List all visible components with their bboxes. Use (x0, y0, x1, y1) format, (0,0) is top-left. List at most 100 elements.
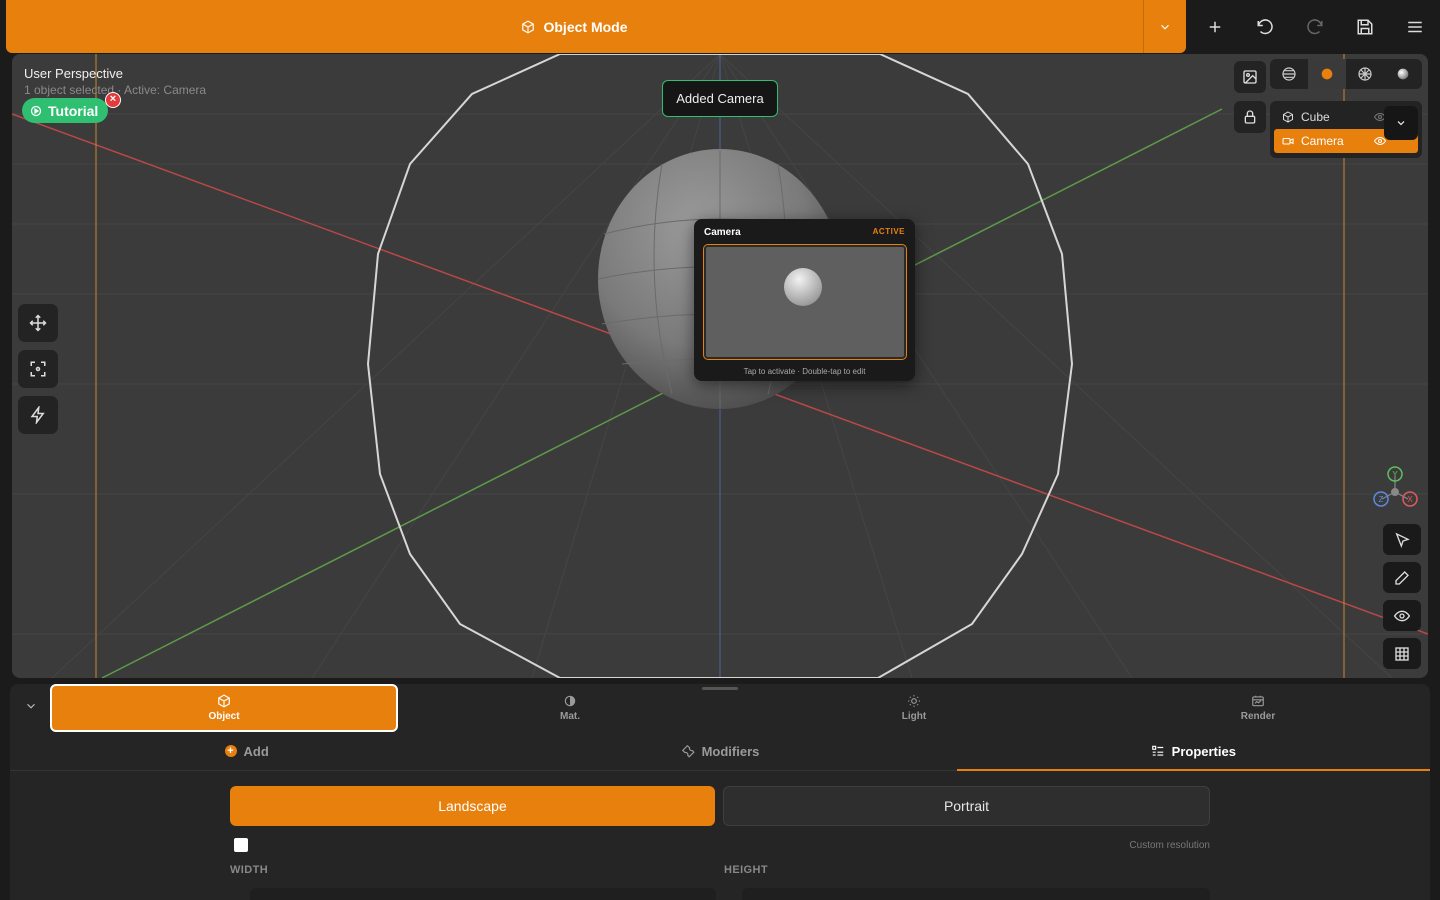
view-toggle-button[interactable] (1383, 600, 1421, 631)
close-icon: × (109, 93, 117, 105)
outliner-item-label: Camera (1301, 134, 1344, 148)
custom-resolution-label: Custom resolution (1129, 840, 1210, 851)
move-icon (29, 314, 47, 332)
mode-dropdown-button[interactable] (1143, 0, 1186, 53)
orientation-gizmo[interactable]: Y X Z (1372, 466, 1418, 515)
image-icon (1243, 70, 1257, 84)
solid-icon (1321, 68, 1333, 80)
shading-mode-bar (1270, 59, 1422, 89)
left-toolbar (18, 304, 58, 434)
width-input[interactable] (250, 888, 716, 900)
subtab-label: Modifiers (701, 743, 760, 759)
redo-button[interactable] (1297, 9, 1333, 45)
wrench-icon (681, 744, 695, 758)
sun-icon (908, 695, 920, 707)
sub-tabs: + Add Modifiers Properties (10, 732, 1430, 771)
subtab-label: Properties (1171, 743, 1236, 759)
plus-circle-icon: + (224, 745, 237, 757)
tutorial-button[interactable]: Tutorial (22, 98, 109, 123)
close-tutorial-button[interactable]: × (105, 92, 121, 108)
redo-icon (1307, 18, 1323, 34)
camera-preview-card[interactable]: Camera ACTIVE Tap to activate · Double-t… (694, 219, 915, 381)
cursor-icon (1395, 532, 1410, 548)
material-icon (1358, 67, 1372, 81)
plus-icon (1209, 21, 1221, 32)
cube-icon (522, 19, 535, 34)
lock-icon (1244, 110, 1256, 124)
material-shading-button[interactable] (1346, 59, 1384, 89)
camera-icon (1282, 138, 1294, 145)
mode-bar: Object Mode (6, 0, 1186, 53)
subtab-properties[interactable]: Properties (956, 732, 1430, 771)
toast-message: Added Camera (676, 91, 764, 106)
properties-content: Landscape Portrait Custom resolution WID… (230, 786, 1210, 876)
camera-preview-image (703, 244, 907, 360)
add-button[interactable] (1197, 9, 1233, 45)
grid-icon (1395, 646, 1409, 661)
solid-shading-button[interactable] (1308, 59, 1346, 89)
gizmo-z-label: Z (1379, 495, 1384, 504)
height-label: HEIGHT (724, 864, 768, 876)
save-icon (1357, 19, 1373, 34)
rendered-icon (1397, 68, 1409, 80)
draw-tool-button[interactable] (1383, 562, 1421, 593)
cube-icon (1283, 111, 1293, 123)
chevron-down-icon (27, 703, 35, 709)
move-tool-button[interactable] (18, 304, 58, 342)
chevron-down-icon (1397, 121, 1405, 126)
viewport-title: User Perspective (24, 66, 123, 81)
tab-object[interactable]: Object (50, 684, 398, 732)
3d-viewport[interactable]: User Perspective 1 object selected · Act… (12, 54, 1428, 678)
camera-card-hint: Tap to activate · Double-tap to edit (743, 367, 866, 376)
pencil-icon (1395, 570, 1409, 585)
undo-button[interactable] (1247, 9, 1283, 45)
eye-icon (1394, 610, 1410, 621)
collapse-panel-button[interactable] (18, 696, 44, 716)
top-toolbar (1190, 0, 1440, 53)
camera-card-title: Camera (704, 227, 741, 238)
menu-icon (1408, 21, 1422, 32)
select-tool-button[interactable] (1383, 524, 1421, 555)
right-toolbar (1383, 524, 1421, 669)
tab-label: Render (1240, 711, 1276, 722)
tab-label: Light (901, 711, 927, 722)
tab-light[interactable]: Light (742, 684, 1086, 732)
width-label: WIDTH (230, 864, 269, 876)
subtab-modifiers[interactable]: Modifiers (483, 732, 956, 770)
cube-icon (218, 694, 230, 708)
orientation-toggle: Landscape Portrait (230, 786, 1210, 826)
dimension-labels: WIDTH HEIGHT (230, 864, 1210, 876)
mode-selector-button[interactable]: Object Mode (6, 0, 1143, 53)
mode-label: Object Mode (543, 18, 628, 35)
material-icon (564, 695, 576, 707)
custom-resolution-checkbox[interactable] (234, 838, 248, 852)
play-circle-icon (30, 105, 42, 116)
height-input[interactable] (742, 888, 1210, 900)
properties-list-icon (1151, 745, 1163, 756)
custom-resolution-row: Custom resolution (230, 834, 1210, 864)
tab-label: Object (208, 711, 240, 722)
menu-button[interactable] (1397, 9, 1433, 45)
tab-material[interactable]: Mat. (398, 684, 742, 732)
focus-tool-button[interactable] (18, 350, 58, 388)
wireframe-shading-button[interactable] (1270, 59, 1308, 89)
render-icon (1252, 695, 1264, 707)
subtab-add[interactable]: + Add (10, 732, 483, 770)
rendered-shading-button[interactable] (1384, 59, 1422, 89)
quick-action-button[interactable] (18, 396, 58, 434)
toast-notification: Added Camera (662, 80, 778, 117)
chevron-down-icon (1161, 24, 1169, 30)
outliner-expand-button[interactable] (1384, 106, 1418, 140)
save-button[interactable] (1347, 9, 1383, 45)
tab-render[interactable]: Render (1086, 684, 1430, 732)
portrait-button[interactable]: Portrait (723, 786, 1210, 826)
outliner-item-label: Cube (1301, 110, 1330, 124)
lock-view-button[interactable] (1234, 101, 1266, 133)
landscape-button[interactable]: Landscape (230, 786, 715, 826)
background-image-button[interactable] (1234, 61, 1266, 93)
gizmo-x-label: X (1407, 495, 1413, 504)
grid-toggle-button[interactable] (1383, 638, 1421, 669)
undo-icon (1257, 18, 1273, 34)
focus-frame-icon (30, 361, 46, 377)
camera-active-badge: ACTIVE (872, 227, 905, 236)
